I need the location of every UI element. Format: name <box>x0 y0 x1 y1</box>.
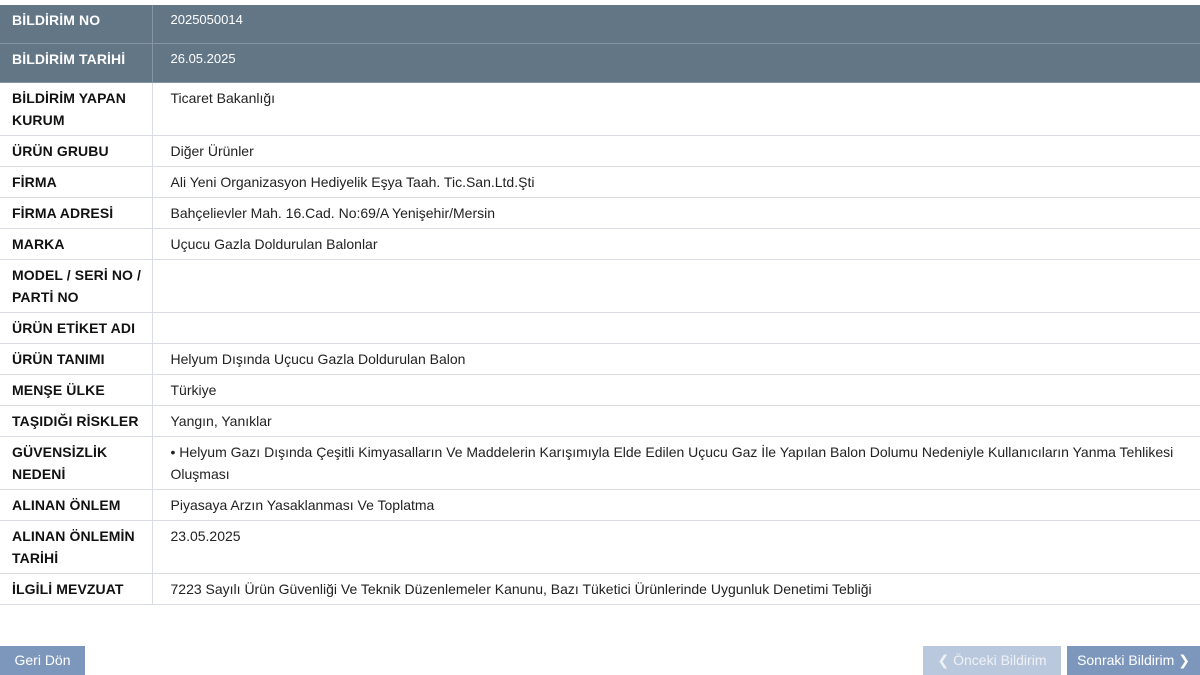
row-product-description: ÜRÜN TANIMI Helyum Dışında Uçucu Gazla D… <box>0 343 1200 375</box>
notification-date-value: 26.05.2025 <box>152 43 1200 83</box>
previous-notification-label: Önceki Bildirim <box>953 652 1047 668</box>
field-label: MARKA <box>0 228 153 260</box>
field-label: TAŞIDIĞI RİSKLER <box>0 405 153 437</box>
row-product-group: ÜRÜN GRUBU Diğer Ürünler <box>0 135 1200 167</box>
field-value: 7223 Sayılı Ürün Güvenliği Ve Teknik Düz… <box>152 573 1200 605</box>
row-related-legislation: İLGİLİ MEVZUAT 7223 Sayılı Ürün Güvenliğ… <box>0 573 1200 605</box>
row-origin-country: MENŞE ÜLKE Türkiye <box>0 374 1200 406</box>
back-button-label: Geri Dön <box>14 652 71 668</box>
field-value: Diğer Ürünler <box>152 135 1200 167</box>
field-label: İLGİLİ MEVZUAT <box>0 573 153 605</box>
row-risks: TAŞIDIĞI RİSKLER Yangın, Yanıklar <box>0 405 1200 437</box>
field-label: FİRMA ADRESİ <box>0 197 153 229</box>
header-row-notification-no: BİLDİRİM NO 2025050014 <box>0 5 1200 44</box>
chevron-right-icon: ❯ <box>1178 652 1190 668</box>
field-value: Uçucu Gazla Doldurulan Balonlar <box>152 228 1200 260</box>
field-value: Ali Yeni Organizasyon Hediyelik Eşya Taa… <box>152 166 1200 198</box>
field-label: ÜRÜN ETİKET ADI <box>0 312 153 344</box>
field-label: ALINAN ÖNLEMİN TARİHİ <box>0 520 153 574</box>
row-product-label-name: ÜRÜN ETİKET ADI <box>0 312 1200 344</box>
next-notification-button[interactable]: Sonraki Bildirim ❯ <box>1067 646 1200 675</box>
field-value: 23.05.2025 <box>152 520 1200 574</box>
header-row-notification-date: BİLDİRİM TARİHİ 26.05.2025 <box>0 43 1200 83</box>
field-label: ÜRÜN TANIMI <box>0 343 153 375</box>
row-measure-taken: ALINAN ÖNLEM Piyasaya Arzın Yasaklanması… <box>0 489 1200 521</box>
notification-no-value: 2025050014 <box>152 5 1200 44</box>
field-label: ALINAN ÖNLEM <box>0 489 153 521</box>
notification-detail-table: BİLDİRİM NO 2025050014 BİLDİRİM TARİHİ 2… <box>0 5 1200 605</box>
row-company: FİRMA Ali Yeni Organizasyon Hediyelik Eş… <box>0 166 1200 198</box>
row-brand: MARKA Uçucu Gazla Doldurulan Balonlar <box>0 228 1200 260</box>
notification-no-label: BİLDİRİM NO <box>0 5 153 44</box>
field-value <box>152 312 1200 344</box>
field-label: MODEL / SERİ NO / PARTİ NO <box>0 259 153 313</box>
field-value: Türkiye <box>152 374 1200 406</box>
row-company-address: FİRMA ADRESİ Bahçelievler Mah. 16.Cad. N… <box>0 197 1200 229</box>
row-measure-date: ALINAN ÖNLEMİN TARİHİ 23.05.2025 <box>0 520 1200 574</box>
field-value: Piyasaya Arzın Yasaklanması Ve Toplatma <box>152 489 1200 521</box>
field-value: Helyum Dışında Uçucu Gazla Doldurulan Ba… <box>152 343 1200 375</box>
previous-notification-button[interactable]: ❮ Önceki Bildirim <box>923 646 1061 675</box>
next-notification-label: Sonraki Bildirim <box>1077 652 1175 668</box>
field-label: MENŞE ÜLKE <box>0 374 153 406</box>
field-label: FİRMA <box>0 166 153 198</box>
row-reporting-institution: BİLDİRİM YAPAN KURUM Ticaret Bakanlığı <box>0 82 1200 136</box>
field-value: Yangın, Yanıklar <box>152 405 1200 437</box>
field-value: Bahçelievler Mah. 16.Cad. No:69/A Yenişe… <box>152 197 1200 229</box>
field-label: ÜRÜN GRUBU <box>0 135 153 167</box>
notification-date-label: BİLDİRİM TARİHİ <box>0 43 153 83</box>
row-unsafety-reason: GÜVENSİZLİK NEDENİ • Helyum Gazı Dışında… <box>0 436 1200 490</box>
field-value: • Helyum Gazı Dışında Çeşitli Kimyasalla… <box>152 436 1200 490</box>
row-model-serial-batch: MODEL / SERİ NO / PARTİ NO <box>0 259 1200 313</box>
field-label: GÜVENSİZLİK NEDENİ <box>0 436 153 490</box>
field-label: BİLDİRİM YAPAN KURUM <box>0 82 153 136</box>
chevron-left-icon: ❮ <box>937 652 950 668</box>
field-value <box>152 259 1200 313</box>
back-button[interactable]: Geri Dön <box>0 646 85 675</box>
field-value: Ticaret Bakanlığı <box>152 82 1200 136</box>
